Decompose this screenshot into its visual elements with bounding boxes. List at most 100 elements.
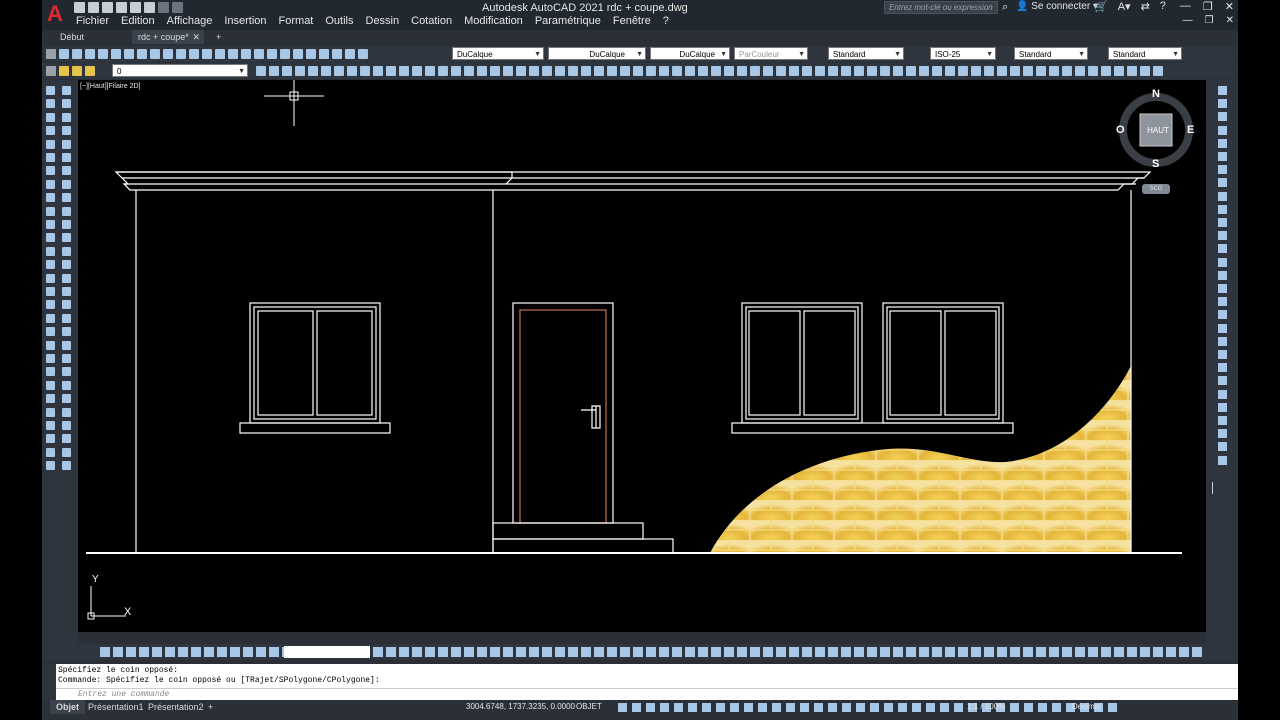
- bottom-tool-icon[interactable]: [256, 647, 266, 657]
- tool-icon[interactable]: [815, 66, 825, 76]
- doc-minimize-icon[interactable]: —: [1183, 15, 1193, 26]
- draw-tool-icon[interactable]: [62, 434, 71, 444]
- doc-restore-icon[interactable]: ❐: [1205, 15, 1214, 26]
- dim-tool-icon[interactable]: [1218, 310, 1227, 320]
- command-input[interactable]: Entrez une commande: [42, 688, 1238, 700]
- draw-tool-icon[interactable]: [62, 327, 71, 337]
- bottom-tool-icon[interactable]: [1023, 647, 1033, 657]
- tool-icon[interactable]: [919, 66, 929, 76]
- tb-properties-icon[interactable]: [280, 49, 290, 59]
- tool-icon[interactable]: [984, 66, 994, 76]
- bottom-tool-icon[interactable]: [451, 647, 461, 657]
- tool-icon[interactable]: [1036, 66, 1046, 76]
- menu-item[interactable]: Cotation: [405, 15, 458, 28]
- tool-icon[interactable]: [698, 66, 708, 76]
- tool-icon[interactable]: [321, 66, 331, 76]
- drawing-canvas[interactable]: [−][Haut][Filaire 2D] HAUT N S E O SCG X…: [78, 80, 1206, 632]
- bottom-tool-icon[interactable]: [776, 647, 786, 657]
- tool-icon[interactable]: [971, 66, 981, 76]
- draw-tool-icon[interactable]: [62, 126, 71, 136]
- draw-tool-icon[interactable]: [46, 380, 55, 390]
- signin-link[interactable]: 👤 Se connecter ▾: [1016, 1, 1098, 12]
- tool-icon[interactable]: [269, 66, 279, 76]
- status-toggle-icon[interactable]: [1108, 703, 1117, 712]
- dim-tool-icon[interactable]: [1218, 363, 1227, 373]
- draw-tool-icon[interactable]: [46, 434, 55, 444]
- menu-item[interactable]: Modification: [458, 15, 529, 28]
- tool-icon[interactable]: [646, 66, 656, 76]
- tool-icon[interactable]: [997, 66, 1007, 76]
- status-toggle-icon[interactable]: [828, 703, 837, 712]
- draw-tool-icon[interactable]: [62, 246, 71, 256]
- model-space-toggle[interactable]: OBJET: [576, 702, 602, 711]
- tool-icon[interactable]: [451, 66, 461, 76]
- menu-item[interactable]: Fichier: [70, 15, 115, 28]
- tool-icon[interactable]: [789, 66, 799, 76]
- bottom-tool-icon[interactable]: [165, 647, 175, 657]
- tool-icon[interactable]: [1062, 66, 1072, 76]
- draw-tool-icon[interactable]: [46, 421, 55, 430]
- tb-block-icon[interactable]: [189, 49, 199, 59]
- tool-icon[interactable]: [763, 66, 773, 76]
- viewcube-face-label[interactable]: HAUT: [1144, 126, 1172, 135]
- tool-icon[interactable]: [438, 66, 448, 76]
- status-toggle-icon[interactable]: [898, 703, 907, 712]
- compass-west-label[interactable]: O: [1116, 124, 1125, 136]
- bottom-tool-icon[interactable]: [243, 647, 253, 657]
- dim-tool-icon[interactable]: [1218, 125, 1227, 135]
- menu-item[interactable]: Fenêtre: [607, 15, 657, 28]
- tool-icon[interactable]: [347, 66, 357, 76]
- menu-item[interactable]: Outils: [319, 15, 359, 28]
- bottom-tool-icon[interactable]: [113, 647, 123, 657]
- tool-icon[interactable]: [932, 66, 942, 76]
- tb-preview-icon[interactable]: [111, 49, 121, 59]
- minimize-icon[interactable]: —: [1180, 0, 1191, 13]
- bottom-tool-icon[interactable]: [178, 647, 188, 657]
- tb-redo-icon[interactable]: [215, 49, 225, 59]
- bottom-tool-icon[interactable]: [893, 647, 903, 657]
- bottom-tool-icon[interactable]: [971, 647, 981, 657]
- bottom-tool-icon[interactable]: [815, 647, 825, 657]
- dim-tool-icon[interactable]: [1218, 178, 1227, 188]
- status-toggle-icon[interactable]: [632, 703, 641, 712]
- draw-tool-icon[interactable]: [46, 139, 55, 149]
- text-style-select[interactable]: Standard ▼: [828, 47, 904, 60]
- dim-tool-icon[interactable]: [1218, 138, 1227, 148]
- bottom-tool-icon[interactable]: [659, 647, 669, 657]
- bottom-tool-icon[interactable]: [542, 647, 552, 657]
- tool-icon[interactable]: [1114, 66, 1124, 76]
- menu-item[interactable]: ?: [657, 15, 675, 28]
- tool-icon[interactable]: [906, 66, 916, 76]
- draw-tool-icon[interactable]: [46, 99, 55, 109]
- tool-icon[interactable]: [828, 66, 838, 76]
- draw-tool-icon[interactable]: [62, 394, 71, 404]
- menu-item[interactable]: Affichage: [161, 15, 219, 28]
- draw-tool-icon[interactable]: [62, 367, 71, 377]
- dim-style-select[interactable]: ISO-25 ▼: [930, 47, 996, 60]
- command-line-customize[interactable]: [42, 664, 56, 700]
- tool-icon[interactable]: [282, 66, 292, 76]
- tool-icon[interactable]: [256, 66, 266, 76]
- bottom-tool-icon[interactable]: [789, 647, 799, 657]
- draw-tool-icon[interactable]: [62, 206, 71, 216]
- dim-tool-icon[interactable]: [1218, 165, 1227, 175]
- draw-tool-icon[interactable]: [46, 153, 55, 162]
- bottom-tool-icon[interactable]: [1127, 647, 1137, 657]
- bottom-tool-icon[interactable]: [412, 647, 422, 657]
- tb-match-icon[interactable]: [176, 49, 186, 59]
- bottom-tool-icon[interactable]: [191, 647, 201, 657]
- tool-icon[interactable]: [737, 66, 747, 76]
- status-toggle-icon[interactable]: [716, 703, 725, 712]
- draw-tool-icon[interactable]: [46, 354, 55, 363]
- tb-sheetset-icon[interactable]: [319, 49, 329, 59]
- save-as-icon[interactable]: [116, 2, 127, 13]
- bottom-tool-icon[interactable]: [464, 647, 474, 657]
- vertical-scroll-indicator[interactable]: [1212, 482, 1213, 494]
- bottom-tool-icon[interactable]: [1140, 647, 1150, 657]
- bottom-tool-icon[interactable]: [490, 647, 500, 657]
- close-icon[interactable]: ✕: [1225, 0, 1234, 13]
- help-icon[interactable]: ?: [1160, 0, 1166, 13]
- status-toggle-icon[interactable]: [842, 703, 851, 712]
- bottom-tool-icon[interactable]: [1192, 647, 1202, 657]
- bottom-tool-icon[interactable]: [386, 647, 396, 657]
